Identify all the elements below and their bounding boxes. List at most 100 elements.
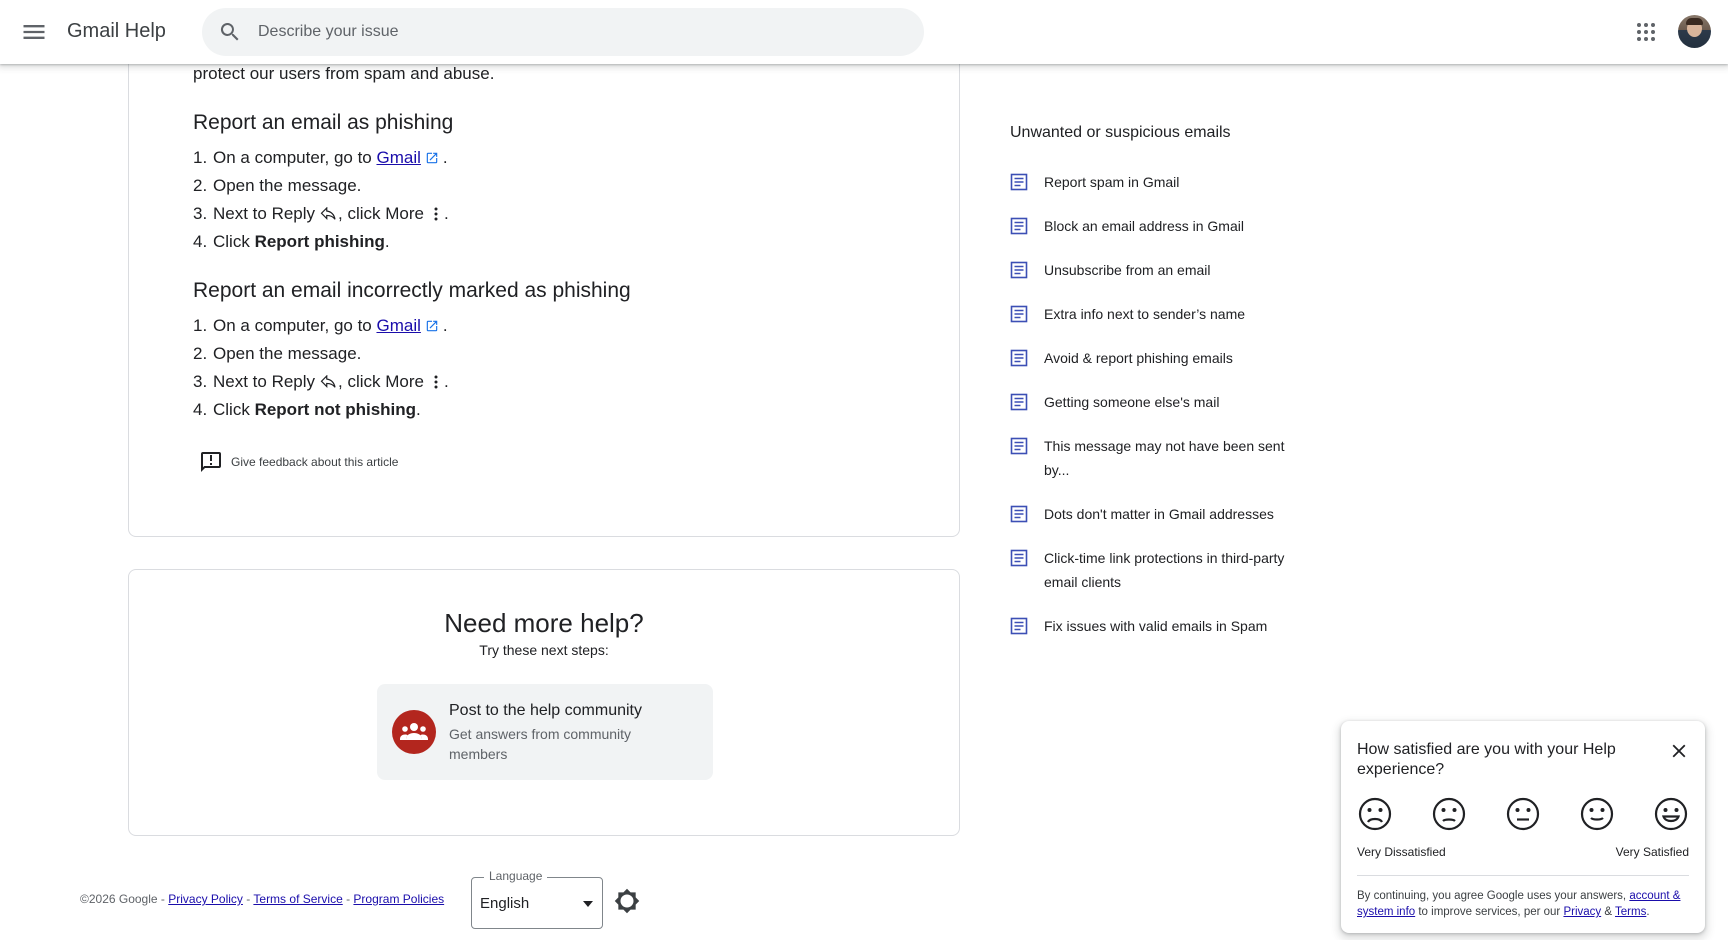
footer-separator: - [242, 892, 254, 906]
very-dissatisfied-label: Very Dissatisfied [1357, 845, 1446, 859]
survey-privacy-link[interactable]: Privacy [1563, 906, 1601, 918]
apps-grid-icon[interactable] [1634, 20, 1658, 44]
language-select[interactable]: Language English [471, 869, 603, 929]
sidebar-item-unsubscribe[interactable]: Unsubscribe from an email [1010, 258, 1304, 282]
external-link-icon[interactable] [425, 319, 439, 333]
step-text: Next to Reply [213, 204, 316, 223]
feedback-label: Give feedback about this article [231, 455, 399, 469]
sidebar-item-fix-spam[interactable]: Fix issues with valid emails in Spam [1010, 614, 1304, 638]
step-text: Click [213, 400, 255, 419]
step-text: . [416, 400, 421, 419]
step-item: 3. Next to Reply , click More . [193, 200, 449, 228]
sidebar-item-label: Unsubscribe from an email [1044, 262, 1211, 278]
steps-report-phishing: 1. On a computer, go to Gmail . 2. Open … [193, 144, 449, 256]
gmail-link[interactable]: Gmail [376, 144, 420, 172]
sidebar-item-label: Block an email address in Gmail [1044, 218, 1244, 234]
dissatisfied-face-icon[interactable] [1431, 796, 1467, 832]
post-to-community-button[interactable]: Post to the help community Get answers f… [377, 684, 713, 780]
sidebar-item-click-time[interactable]: Click-time link protections in third-par… [1010, 546, 1304, 594]
dropdown-caret-icon [583, 901, 593, 907]
sidebar-item-someone-elses-mail[interactable]: Getting someone else's mail [1010, 390, 1304, 414]
terms-of-service-link[interactable]: Terms of Service [253, 892, 342, 906]
sidebar-item-label: Report spam in Gmail [1044, 174, 1180, 190]
article-icon [1010, 173, 1028, 191]
step-bold-text: Report phishing [254, 232, 385, 251]
menu-icon[interactable] [20, 18, 48, 46]
article-icon [1010, 261, 1028, 279]
step-number: 4. [193, 232, 208, 251]
step-text: . [444, 372, 449, 391]
step-item: 3. Next to Reply , click More . [193, 368, 449, 396]
footer-separator: - [157, 892, 169, 906]
step-item: 1. On a computer, go to Gmail . [193, 312, 449, 340]
step-text: , click More [338, 372, 425, 391]
reply-icon [320, 375, 336, 388]
article-icon [1010, 617, 1028, 635]
article-icon [1010, 349, 1028, 367]
step-bold-text: Report not phishing [254, 400, 417, 419]
legal-text: to improve services, per our [1415, 906, 1564, 918]
step-text: On a computer, go to [213, 148, 377, 167]
article-intro-text: protect our users from spam and abuse. [193, 64, 495, 83]
sidebar-item-report-spam[interactable]: Report spam in Gmail [1010, 170, 1304, 194]
sidebar-item-label: Extra info next to sender’s name [1044, 306, 1246, 322]
community-title: Post to the help community [449, 702, 642, 719]
privacy-policy-link[interactable]: Privacy Policy [168, 892, 243, 906]
language-value: English [480, 895, 530, 912]
program-policies-link[interactable]: Program Policies [353, 892, 444, 906]
search-icon[interactable] [218, 20, 242, 44]
legal-text: & [1601, 906, 1616, 918]
step-number: 3. [193, 372, 208, 391]
search-input[interactable] [258, 8, 898, 56]
avatar-hair [1686, 18, 1703, 25]
sidebar-item-block-address[interactable]: Block an email address in Gmail [1010, 214, 1304, 238]
satisfied-face-icon[interactable] [1579, 796, 1615, 832]
give-feedback-link[interactable]: Give feedback about this article [199, 450, 398, 474]
very-satisfied-face-icon[interactable] [1653, 796, 1689, 832]
help-subtitle: Try these next steps: [479, 642, 609, 658]
sidebar-item-label: Click-time link protections in third-par… [1044, 550, 1285, 590]
article-icon [1010, 305, 1028, 323]
very-dissatisfied-face-icon[interactable] [1357, 796, 1393, 832]
top-app-bar: Gmail Help [0, 0, 1728, 64]
sidebar-item-label: Getting someone else's mail [1044, 394, 1220, 410]
feedback-icon [201, 452, 221, 472]
footer-separator: - [342, 892, 354, 906]
satisfaction-survey: How satisfied are you with your Help exp… [1341, 721, 1705, 933]
app-title[interactable]: Gmail Help [67, 20, 166, 43]
language-label: Language [484, 869, 548, 883]
community-description: Get answers from community members [449, 726, 632, 762]
step-text: Open the message. [213, 176, 362, 195]
legal-text: . [1646, 906, 1650, 918]
survey-terms-link[interactable]: Terms [1615, 906, 1646, 918]
copyright-text: ©2026 Google [80, 892, 158, 906]
close-icon[interactable] [1668, 740, 1690, 762]
sidebar-item-not-sent-by[interactable]: This message may not have been sent by..… [1010, 434, 1304, 482]
sidebar-item-extra-info[interactable]: Extra info next to sender’s name [1010, 302, 1304, 326]
step-text: On a computer, go to [213, 316, 377, 335]
step-text: Next to Reply [213, 372, 316, 391]
section-title-report-not-phishing: Report an email incorrectly marked as ph… [193, 279, 631, 302]
sidebar-item-dots[interactable]: Dots don't matter in Gmail addresses [1010, 502, 1304, 526]
step-item: 2. Open the message. [193, 340, 449, 368]
neutral-face-icon[interactable] [1505, 796, 1541, 832]
article-icon [1010, 549, 1028, 567]
legal-text: By continuing, you agree Google uses you… [1357, 890, 1630, 902]
external-link-icon[interactable] [425, 151, 439, 165]
sidebar-item-avoid-phishing[interactable]: Avoid & report phishing emails [1010, 346, 1304, 370]
article-icon [1010, 217, 1028, 235]
step-number: 2. [193, 344, 208, 363]
gmail-link[interactable]: Gmail [376, 312, 420, 340]
dark-mode-toggle-icon[interactable] [614, 888, 640, 914]
more-vert-icon [434, 375, 438, 389]
account-avatar[interactable] [1678, 15, 1711, 48]
step-text: . [442, 316, 448, 335]
step-text: . [384, 232, 390, 251]
survey-question: How satisfied are you with your Help exp… [1357, 741, 1616, 778]
article-icon [1010, 505, 1028, 523]
step-text: . [444, 204, 449, 223]
step-number: 2. [193, 176, 208, 195]
search-bar[interactable] [202, 8, 924, 56]
sidebar-item-label: Fix issues with valid emails in Spam [1044, 618, 1268, 634]
step-item: 2. Open the message. [193, 172, 449, 200]
